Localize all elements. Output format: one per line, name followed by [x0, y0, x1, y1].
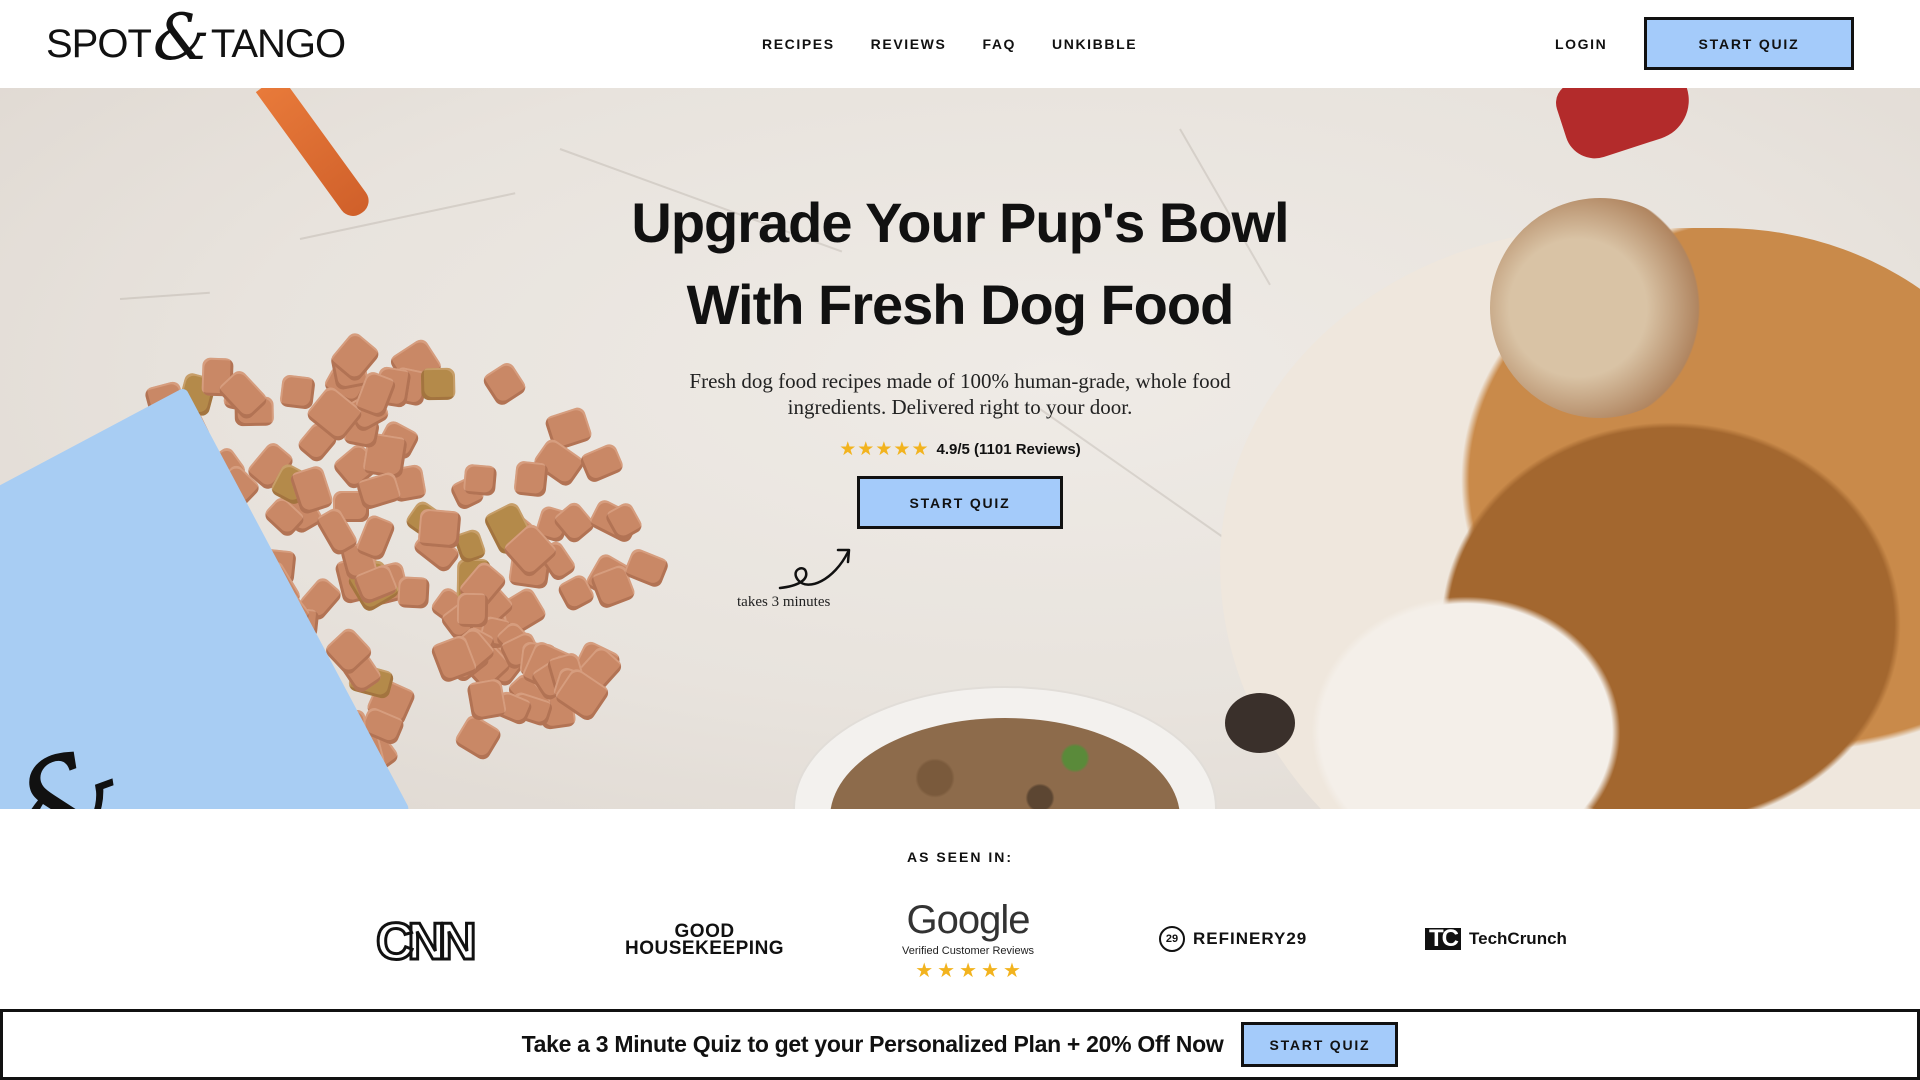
- logo-word-tango: TANGO: [210, 21, 346, 66]
- hero-title-line-1: Upgrade Your Pup's Bowl: [631, 191, 1289, 254]
- banner-start-quiz-button[interactable]: START QUIZ: [1241, 1022, 1399, 1067]
- logo-word-spot: SPOT: [46, 21, 152, 66]
- star-icon: ★: [857, 439, 875, 460]
- star-icon: ★: [915, 960, 934, 982]
- meat-image: [1550, 88, 1700, 167]
- kibble-piece: [417, 508, 461, 549]
- site-header: SPOT & TANGO RECIPES REVIEWS FAQ UNKIBBL…: [0, 0, 1920, 88]
- kibble-piece: [463, 463, 499, 496]
- refinery29-mark-icon: 29: [1159, 926, 1185, 952]
- kibble-piece: [466, 677, 508, 721]
- nav-faq[interactable]: FAQ: [982, 36, 1016, 52]
- google-stars: ★ ★ ★ ★ ★: [915, 961, 1021, 981]
- star-icon: ★: [1002, 960, 1021, 982]
- kibble-piece: [278, 373, 316, 410]
- google-reviews-badge: Google Verified Customer Reviews ★ ★ ★ ★…: [902, 898, 1034, 981]
- main-nav: RECIPES REVIEWS FAQ UNKIBBLE: [762, 0, 1137, 88]
- star-icon: ★: [937, 960, 956, 982]
- kibble-piece: [397, 575, 431, 609]
- refinery29-wordmark: REFINERY29: [1193, 929, 1308, 948]
- hero-subtitle: Fresh dog food recipes made of 100% huma…: [689, 369, 1231, 419]
- curly-arrow-icon: [778, 548, 851, 590]
- refinery29-logo: 29 REFINERY29: [1159, 926, 1307, 952]
- techcrunch-logo: TC TechCrunch: [1425, 927, 1567, 951]
- dog-nose-image: [1225, 693, 1295, 753]
- rating-stars: ★ ★ ★ ★ ★: [839, 440, 928, 459]
- cnn-logo: CNN: [375, 912, 479, 973]
- techcrunch-wordmark: TechCrunch: [1469, 929, 1567, 948]
- kibble-piece: [481, 359, 529, 408]
- kibble-piece: [420, 368, 456, 401]
- gh-line-2: HOUSEKEEPING: [625, 938, 785, 959]
- hero-title-line-2: With Fresh Dog Food: [686, 273, 1235, 336]
- header-start-quiz-button[interactable]: START QUIZ: [1644, 17, 1854, 70]
- star-icon: ★: [981, 960, 999, 982]
- hero-title: Upgrade Your Pup's Bowl With Fresh Dog F…: [560, 182, 1360, 346]
- promo-banner-text: Take a 3 Minute Quiz to get your Persona…: [521, 1031, 1224, 1057]
- takes-minutes-note: takes 3 minutes: [737, 594, 831, 610]
- dog-ear-image: [1490, 198, 1710, 418]
- marble-vein: [119, 291, 210, 300]
- nav-unkibble[interactable]: UNKIBBLE: [1052, 36, 1137, 52]
- as-seen-in-section: AS SEEN IN: CNN GOOD HOUSEKEEPING Google…: [0, 809, 1920, 1009]
- quiz-promo-banner: Take a 3 Minute Quiz to get your Persona…: [0, 1009, 1920, 1080]
- kibble-piece: [452, 712, 504, 763]
- google-logo: Google: [906, 898, 1031, 942]
- techcrunch-mark-icon: TC: [1425, 927, 1461, 951]
- marble-vein: [299, 192, 516, 240]
- nav-recipes[interactable]: RECIPES: [762, 36, 835, 52]
- carrot-image: [255, 88, 375, 222]
- star-icon: ★: [911, 439, 929, 460]
- star-icon: ★: [959, 960, 977, 982]
- rating-summary[interactable]: ★ ★ ★ ★ ★ 4.9/5 (1101 Reviews): [560, 440, 1360, 459]
- nav-reviews[interactable]: REVIEWS: [871, 36, 947, 52]
- as-seen-in-label: AS SEEN IN:: [906, 849, 1013, 865]
- spot-and-tango-logo[interactable]: SPOT & TANGO: [46, 6, 346, 74]
- hero-start-quiz-button[interactable]: START QUIZ: [857, 476, 1063, 529]
- good-housekeeping-logo: GOOD HOUSEKEEPING: [625, 922, 785, 959]
- logo-ampersand: &: [152, 1, 210, 75]
- star-icon: ★: [893, 439, 911, 460]
- star-icon: ★: [839, 439, 857, 460]
- google-verified-text: Verified Customer Reviews: [902, 945, 1035, 957]
- kibble-piece: [512, 460, 549, 498]
- kibble-piece: [457, 592, 489, 628]
- login-link[interactable]: LOGIN: [1555, 0, 1607, 88]
- star-icon: ★: [875, 439, 893, 460]
- rating-text: 4.9/5 (1101 Reviews): [936, 441, 1081, 458]
- hero-content: Upgrade Your Pup's Bowl With Fresh Dog F…: [560, 88, 1360, 529]
